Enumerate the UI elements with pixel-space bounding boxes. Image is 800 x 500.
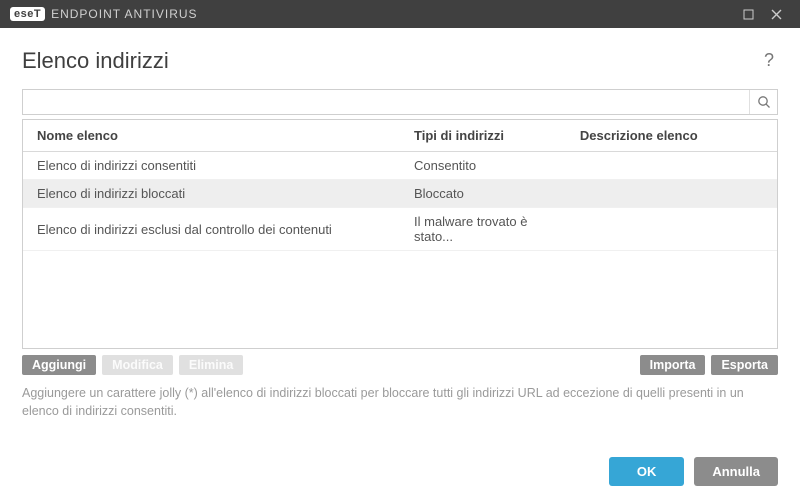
search-bar	[22, 89, 778, 115]
search-input[interactable]	[23, 90, 749, 114]
col-header-name[interactable]: Nome elenco	[23, 120, 400, 152]
dialog-footer: OK Annulla	[609, 457, 778, 486]
hint-text: Aggiungere un carattere jolly (*) all'el…	[22, 385, 778, 420]
col-header-type[interactable]: Tipi di indirizzi	[400, 120, 566, 152]
brand: eseT ENDPOINT ANTIVIRUS	[10, 7, 198, 21]
cancel-button[interactable]: Annulla	[694, 457, 778, 486]
address-list-table: Nome elenco Tipi di indirizzi Descrizion…	[22, 119, 778, 349]
page-title: Elenco indirizzi	[22, 48, 169, 74]
brand-logo: eseT	[10, 7, 45, 21]
product-name: ENDPOINT ANTIVIRUS	[51, 7, 197, 21]
table-row[interactable]: Elenco di indirizzi consentitiConsentito	[23, 152, 777, 180]
cell-type: Bloccato	[400, 180, 566, 208]
cell-type: Il malware trovato è stato...	[400, 208, 566, 251]
table-header-row: Nome elenco Tipi di indirizzi Descrizion…	[23, 120, 777, 152]
delete-button: Elimina	[179, 355, 243, 375]
col-header-desc[interactable]: Descrizione elenco	[566, 120, 777, 152]
close-button[interactable]	[762, 0, 790, 28]
help-icon[interactable]: ?	[760, 46, 778, 75]
title-bar: eseT ENDPOINT ANTIVIRUS	[0, 0, 800, 28]
ok-button[interactable]: OK	[609, 457, 685, 486]
cell-desc	[566, 152, 777, 180]
cell-desc	[566, 180, 777, 208]
table-row[interactable]: Elenco di indirizzi esclusi dal controll…	[23, 208, 777, 251]
add-button[interactable]: Aggiungi	[22, 355, 96, 375]
cell-name: Elenco di indirizzi consentiti	[23, 152, 400, 180]
action-row: Aggiungi Modifica Elimina Importa Esport…	[22, 355, 778, 375]
import-button[interactable]: Importa	[640, 355, 706, 375]
table-row[interactable]: Elenco di indirizzi bloccatiBloccato	[23, 180, 777, 208]
cell-name: Elenco di indirizzi bloccati	[23, 180, 400, 208]
search-icon[interactable]	[749, 90, 777, 114]
edit-button: Modifica	[102, 355, 173, 375]
export-button[interactable]: Esporta	[711, 355, 778, 375]
cell-desc	[566, 208, 777, 251]
cell-name: Elenco di indirizzi esclusi dal controll…	[23, 208, 400, 251]
cell-type: Consentito	[400, 152, 566, 180]
minimize-button[interactable]	[734, 0, 762, 28]
